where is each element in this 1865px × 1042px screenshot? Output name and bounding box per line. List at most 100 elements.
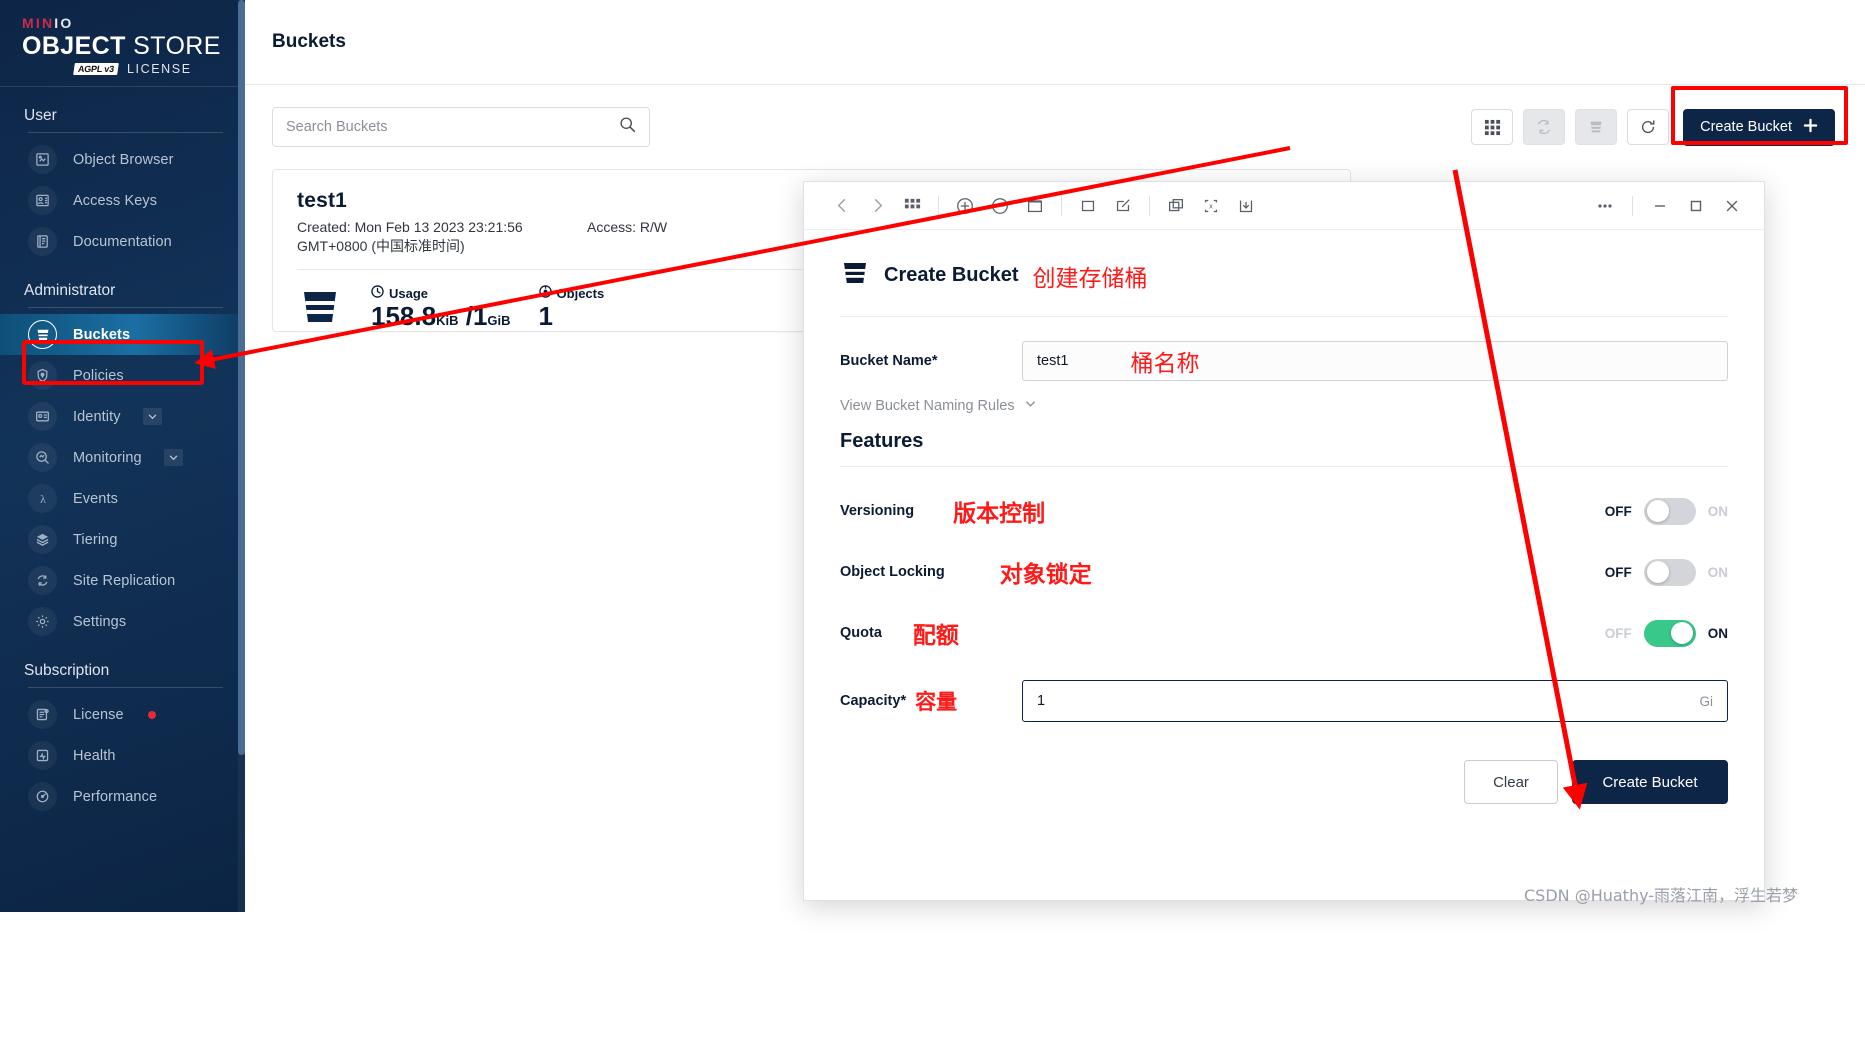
toolbar-separator xyxy=(1061,195,1062,216)
sidebar-item-label: Object Browser xyxy=(73,151,174,168)
reload-icon xyxy=(1642,120,1655,134)
sync-icon xyxy=(1538,119,1551,135)
create-bucket-label: Create Bucket xyxy=(1700,119,1792,135)
toggle-knob xyxy=(1670,622,1693,644)
svg-text:λ: λ xyxy=(40,492,46,506)
capacity-label-wrap: Capacity* 容量 xyxy=(840,686,1022,716)
clear-button[interactable]: Clear xyxy=(1464,760,1558,804)
divider xyxy=(28,687,223,688)
fit-width-icon[interactable] xyxy=(1019,191,1051,221)
zoom-in-icon[interactable] xyxy=(949,191,981,221)
minio-io-text: IO xyxy=(54,15,74,31)
search-icon xyxy=(619,116,636,138)
modal-title-annotation: 创建存储桶 xyxy=(1032,265,1148,292)
feature-label-wrap: Quota 配额 xyxy=(840,616,959,650)
sidebar-item-license[interactable]: License xyxy=(0,694,245,735)
window-controls xyxy=(1589,191,1748,221)
minimize-icon[interactable] xyxy=(1644,191,1676,221)
toolbar: Search Buckets Create Bucket xyxy=(245,85,1865,147)
objects-value: 1 xyxy=(538,301,553,331)
sidebar-item-site-replication[interactable]: Site Replication xyxy=(0,560,245,601)
sidebar-item-documentation[interactable]: Documentation xyxy=(0,221,245,262)
usage-stat-label-row: Usage xyxy=(371,285,511,301)
toggle-switch[interactable] xyxy=(1643,497,1696,525)
chevron-down-icon[interactable] xyxy=(142,408,162,425)
usage-number: 158.8 xyxy=(371,301,437,331)
sidebar-scrollbar-thumb[interactable] xyxy=(238,0,245,755)
sidebar-item-settings[interactable]: Settings xyxy=(0,601,245,642)
close-icon[interactable] xyxy=(1716,191,1748,221)
toggle-switch[interactable] xyxy=(1643,619,1696,647)
sidebar-scrollbar[interactable] xyxy=(238,0,245,912)
extract-text-icon[interactable]: x xyxy=(1195,191,1227,221)
features-heading: Features xyxy=(840,430,924,452)
capacity-input[interactable]: 1 Gi xyxy=(1022,680,1728,722)
feature-annotation: 对象锁定 xyxy=(999,562,1092,588)
sidebar-item-performance[interactable]: Performance xyxy=(0,776,245,817)
modal-create-bucket-button[interactable]: Create Bucket xyxy=(1572,760,1728,804)
gear-icon xyxy=(28,607,57,636)
sidebar-item-label: Performance xyxy=(73,788,158,805)
naming-rules-label: View Bucket Naming Rules xyxy=(840,397,1015,414)
chevron-down-icon[interactable] xyxy=(163,449,183,466)
toolbar-separator xyxy=(1149,195,1150,216)
forward-arrow-icon[interactable] xyxy=(861,191,893,221)
sidebar-item-access-keys[interactable]: Access Keys xyxy=(0,180,245,221)
download-icon[interactable] xyxy=(1230,191,1262,221)
search-input[interactable]: Search Buckets xyxy=(272,107,650,147)
tiering-layers-icon xyxy=(28,525,57,554)
grid-thumbnails-icon[interactable] xyxy=(896,191,928,221)
maximize-icon[interactable] xyxy=(1680,191,1712,221)
chevron-down-icon xyxy=(1024,397,1037,414)
feature-row-versioning: Versioning 版本控制 OFF ON xyxy=(840,494,1728,528)
toggle-on-label: ON xyxy=(1707,625,1728,641)
logo-object-text: OBJECT xyxy=(22,32,126,60)
sidebar-buckets-annotation-box xyxy=(22,340,204,385)
annotate-edit-icon[interactable] xyxy=(1107,191,1139,221)
bucket-name-label: Bucket Name* xyxy=(840,353,938,369)
toggle-off-label: OFF xyxy=(1604,503,1632,519)
bucket-name-annotation: 桶名称 xyxy=(1130,351,1200,377)
sidebar-item-identity[interactable]: Identity xyxy=(0,396,245,437)
toggle-switch[interactable] xyxy=(1643,558,1696,586)
bucket-icon xyxy=(840,258,870,293)
sidebar-item-label: Events xyxy=(73,490,118,507)
view-naming-rules-toggle[interactable]: View Bucket Naming Rules xyxy=(840,397,1728,414)
zoom-out-icon[interactable] xyxy=(984,191,1016,221)
bucket-access-text: Access: R/W xyxy=(587,219,668,235)
more-options-icon[interactable] xyxy=(1589,191,1621,221)
search-placeholder: Search Buckets xyxy=(286,119,388,135)
bucket-created-text: Created: Mon Feb 13 2023 23:21:56 GMT+08… xyxy=(297,219,523,254)
sidebar-item-object-browser[interactable]: Object Browser xyxy=(0,139,245,180)
sidebar-item-label: Settings xyxy=(73,613,127,630)
usage-stat: Usage 158.8KiB /1GiB xyxy=(371,285,511,332)
sidebar-item-tiering[interactable]: Tiering xyxy=(0,519,245,560)
toggle-on-label: ON xyxy=(1707,564,1728,580)
grid-view-button[interactable] xyxy=(1471,109,1514,145)
divider xyxy=(840,466,1728,467)
sidebar-item-label: Identity xyxy=(73,408,121,425)
create-bucket-button[interactable]: Create Bucket xyxy=(1683,108,1835,146)
refresh-sync-button xyxy=(1523,109,1566,145)
copy-image-icon[interactable] xyxy=(1160,191,1192,221)
reload-button[interactable] xyxy=(1627,109,1670,145)
bucket-large-icon xyxy=(297,283,343,334)
events-lambda-icon: λ xyxy=(28,484,57,513)
bucket-name-value: test1 xyxy=(1037,353,1069,369)
license-icon xyxy=(28,700,57,729)
bucket-name-input[interactable]: test1 桶名称 xyxy=(1022,341,1728,381)
usage-label: Usage xyxy=(389,285,429,301)
actual-size-icon[interactable] xyxy=(1072,191,1104,221)
objects-label: Objects xyxy=(556,285,605,301)
minio-min-text: MIN xyxy=(22,15,55,31)
access-keys-icon xyxy=(28,186,57,215)
sidebar-item-monitoring[interactable]: Monitoring xyxy=(0,437,245,478)
sidebar-item-events[interactable]: λ Events xyxy=(0,478,245,519)
health-icon xyxy=(28,741,57,770)
back-arrow-icon[interactable] xyxy=(826,191,858,221)
object-store-wordmark: OBJECT STORE xyxy=(22,32,245,61)
toggle-knob xyxy=(1646,561,1669,583)
sidebar-item-health[interactable]: Health xyxy=(0,735,245,776)
divider xyxy=(28,307,223,308)
toolbar-separator xyxy=(1632,195,1633,216)
